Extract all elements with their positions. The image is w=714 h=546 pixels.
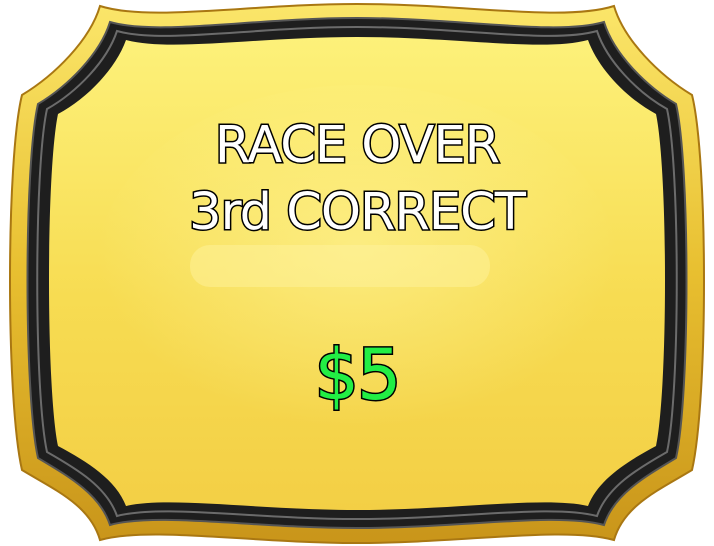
gold-plaque-frame	[9, 2, 705, 545]
prize-amount: $5	[313, 334, 403, 416]
result-title-line-2: 3rd CORRECT	[188, 183, 528, 242]
faint-band	[190, 245, 490, 287]
race-result-plaque: RACE OVER 3rd CORRECT $5	[0, 0, 714, 546]
result-title-line-1: RACE OVER	[213, 116, 501, 175]
